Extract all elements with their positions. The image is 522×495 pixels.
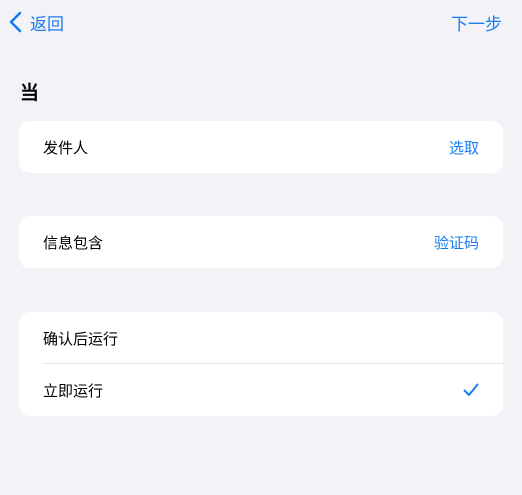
sender-row[interactable]: 发件人 选取 bbox=[19, 121, 503, 173]
navigation-bar: 返回 下一步 bbox=[0, 0, 522, 44]
run-options-card: 确认后运行 立即运行 bbox=[19, 312, 503, 416]
message-contains-card: 信息包含 验证码 bbox=[19, 216, 503, 268]
sender-choose-button[interactable]: 选取 bbox=[449, 137, 479, 158]
automation-trigger-screen: 返回 下一步 当 发件人 选取 信息包含 验证码 确认后运行 立即运行 bbox=[0, 0, 522, 495]
chevron-left-icon bbox=[9, 11, 22, 33]
message-contains-label: 信息包含 bbox=[43, 233, 104, 252]
section-title: 当 bbox=[20, 82, 40, 104]
run-option-immediate-label: 立即运行 bbox=[43, 381, 104, 400]
checkmark-icon bbox=[463, 383, 479, 396]
run-option-confirm[interactable]: 确认后运行 bbox=[19, 312, 503, 364]
sender-card: 发件人 选取 bbox=[19, 121, 503, 173]
message-contains-value[interactable]: 验证码 bbox=[434, 232, 479, 253]
run-option-confirm-label: 确认后运行 bbox=[43, 329, 119, 348]
back-button[interactable]: 返回 bbox=[9, 8, 64, 36]
run-option-immediate[interactable]: 立即运行 bbox=[19, 364, 503, 416]
back-label: 返回 bbox=[30, 14, 64, 35]
next-button[interactable]: 下一步 bbox=[451, 8, 502, 36]
message-contains-row[interactable]: 信息包含 验证码 bbox=[19, 216, 503, 268]
sender-label: 发件人 bbox=[43, 138, 89, 157]
